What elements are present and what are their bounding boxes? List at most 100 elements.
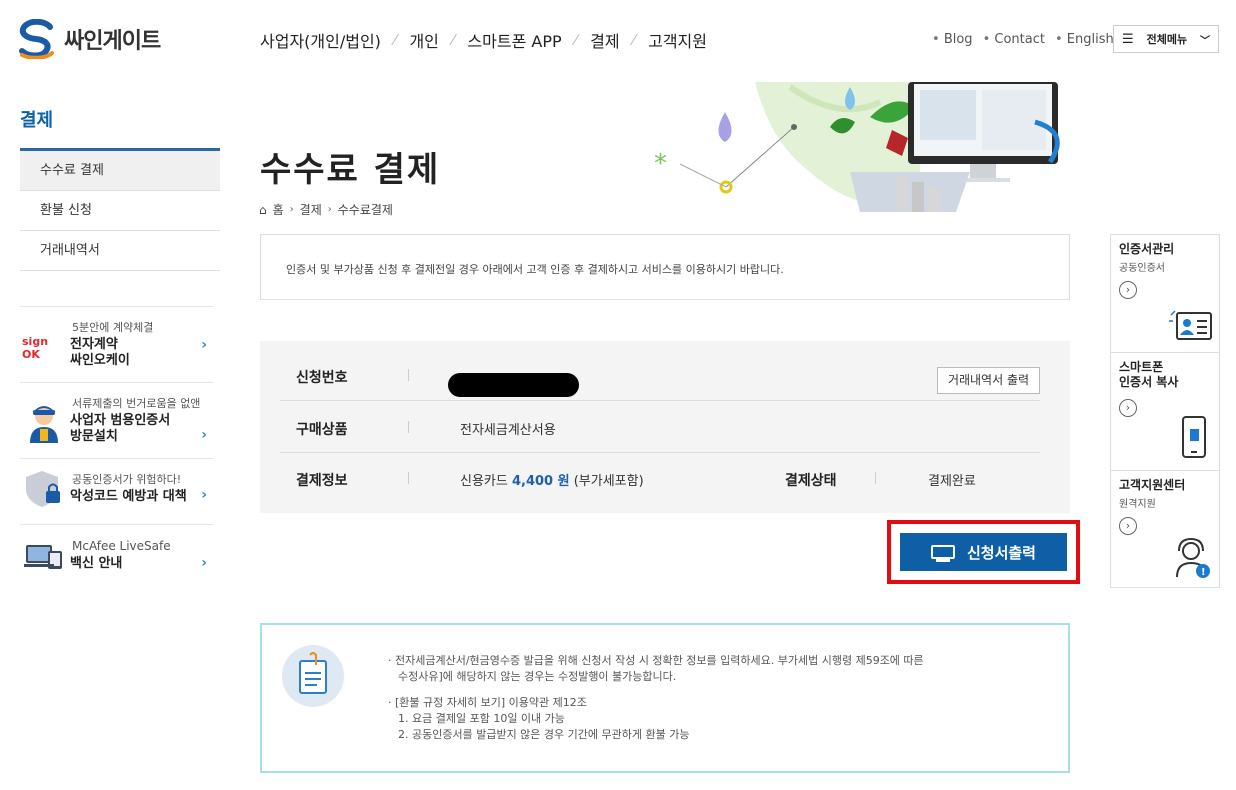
smartphone-icon (1182, 416, 1206, 458)
english-link[interactable]: English (1055, 32, 1114, 47)
payment-note: (부가세포함) (573, 474, 644, 489)
product-value: 전자세금계산서용 (460, 423, 556, 438)
contact-link[interactable]: Contact (983, 32, 1045, 47)
quick-title-line1: 스마트폰 (1119, 360, 1164, 374)
payment-status-value: 결제완료 (928, 474, 976, 489)
quick-sub: 공동인증서 (1119, 263, 1165, 274)
id-card-icon (1169, 310, 1212, 340)
redacted-application-number (448, 373, 579, 397)
nav-separator: ⁄ (451, 31, 455, 49)
utility-links: Blog Contact English (932, 32, 1114, 47)
quick-title: 인증서관리 (1119, 242, 1175, 256)
promo-main-line2: 싸인오케이 (70, 353, 130, 368)
logo-text: 싸인게이트 (64, 29, 161, 54)
guide-line: · 전자세금계산서/현금영수증 발급을 위해 신청서 작성 시 정확한 정보를 … (388, 654, 924, 667)
guide-line: 1. 요금 결제일 포함 10일 이내 가능 (398, 712, 565, 725)
quick-title-line2: 인증서 복사 (1119, 375, 1179, 389)
promo-sub: 서류제출의 번거로움을 없앤 (72, 397, 201, 410)
promo-malware[interactable]: 공동인증서가 위험하다! 악성코드 예방과 대책 › (20, 458, 213, 524)
sidebar-item-fee-payment[interactable]: 수수료 결제 (20, 151, 220, 191)
svg-text:*: * (654, 149, 667, 179)
promo-main: 전자계약 싸인오케이 (70, 337, 130, 369)
nav-separator: ⁄ (393, 31, 397, 49)
nav-support[interactable]: 고객지원 (648, 28, 707, 52)
svg-text:!: ! (1201, 567, 1206, 578)
shield-lock-icon (26, 471, 60, 507)
promo-sub: 공동인증서가 위험하다! (72, 473, 182, 486)
payment-status-label: 결제상태 (785, 473, 837, 489)
sidebar-menu: 수수료 결제 환불 신청 거래내역서 (20, 148, 220, 271)
divider (875, 472, 876, 484)
guide-line: 2. 공동인증서를 발급받지 않은 경우 기간에 무관하게 환불 가능 (398, 728, 690, 741)
promo-main-line1: 전자계약 (70, 337, 118, 352)
print-statement-button[interactable]: 거래내역서 출력 (937, 367, 1040, 394)
breadcrumb: ⌂ 홈 › 결제 › 수수료결제 (259, 201, 393, 218)
page-title: 수수료 결제 (260, 150, 441, 190)
blog-link[interactable]: Blog (932, 32, 973, 47)
promo-main: 악성코드 예방과 대책 (70, 489, 187, 504)
quick-title: 스마트폰 인증서 복사 (1119, 360, 1219, 390)
nav-payment[interactable]: 결제 (590, 28, 619, 52)
arrow-circle-icon[interactable]: › (1119, 399, 1137, 417)
nav-smartphone-app[interactable]: 스마트폰 APP (467, 28, 561, 52)
notice-box: 인증서 및 부가상품 신청 후 결제전일 경우 아래에서 고객 인증 후 결제하… (260, 234, 1070, 300)
promo-visit-install[interactable]: 서류제출의 번거로움을 없앤 사업자 범용인증서 방문설치 › (20, 382, 213, 458)
product-label: 구매상품 (296, 422, 348, 438)
breadcrumb-separator: › (327, 204, 332, 215)
technician-icon (30, 406, 58, 443)
promo-sub: McAfee LiveSafe (72, 539, 171, 553)
payment-info-label: 결제정보 (296, 473, 348, 489)
guide-text: · 전자세금계산서/현금영수증 발급을 위해 신청서 작성 시 정확한 정보를 … (388, 653, 924, 753)
arrow-circle-icon[interactable]: › (1119, 517, 1137, 535)
promo-signok[interactable]: sign OK 5분안에 계약체결 전자계약 싸인오케이 › (20, 306, 213, 382)
quick-cert-management[interactable]: 인증서관리 공동인증서 › (1111, 235, 1219, 353)
hamburger-icon: ☰ (1122, 31, 1134, 47)
guide-box: · 전자세금계산서/현금영수증 발급을 위해 신청서 작성 시 정확한 정보를 … (260, 623, 1070, 773)
hero-illustration: * (654, 82, 1060, 212)
breadcrumb-home[interactable]: 홈 (273, 201, 284, 218)
nav-separator: ⁄ (574, 31, 578, 49)
quick-customer-center[interactable]: 고객지원센터 원격지원 › ! (1111, 471, 1219, 589)
quick-smartphone-copy[interactable]: 스마트폰 인증서 복사 › (1111, 353, 1219, 471)
print-application-button[interactable]: 신청서출력 (900, 533, 1067, 571)
all-menu-button[interactable]: ☰ 전체메뉴 ﹀ (1113, 25, 1219, 53)
signgate-logo-icon (19, 19, 54, 59)
sidebar-title: 결제 (20, 110, 54, 131)
promo-sub: 5분안에 계약체결 (72, 321, 154, 334)
payment-info-value: 신용카드 4,400 원 (부가세포함) (460, 470, 644, 489)
nav-personal[interactable]: 개인 (409, 28, 438, 52)
payment-info-panel: 신청번호 거래내역서 출력 구매상품 전자세금계산서용 결제정보 신용카드 4,… (260, 341, 1070, 513)
promo-main: 백신 안내 (70, 556, 123, 571)
clipboard-icon-graphic (299, 652, 327, 694)
quick-menu: 인증서관리 공동인증서 › 스마트폰 인증서 복사 › 고객지원센터 원격지원 … (1110, 234, 1220, 588)
promo-mcafee[interactable]: McAfee LiveSafe 백신 안내 › (20, 524, 213, 590)
payment-method: 신용카드 (460, 474, 508, 489)
clipboard-icon (282, 645, 344, 707)
chevron-right-icon: › (201, 487, 207, 503)
arrow-circle-icon[interactable]: › (1119, 281, 1137, 299)
chevron-right-icon: › (201, 427, 207, 443)
payment-row: 결제정보 신용카드 4,400 원 (부가세포함) 결제상태 결제완료 (260, 452, 1070, 504)
home-icon: ⌂ (259, 202, 267, 217)
nav-separator: ⁄ (632, 31, 636, 49)
guide-block-refund: · [환불 규정 자세히 보기] 이용약관 제12조 1. 요금 결제일 포함 … (388, 695, 924, 743)
product-row: 구매상품 전자세금계산서용 (260, 401, 1070, 453)
chevron-right-icon: › (201, 555, 207, 571)
sidebar-item-statement[interactable]: 거래내역서 (20, 231, 220, 271)
guide-line: 수정사유]에 해당하지 않는 경우는 수정발행이 불가능합니다. (398, 670, 677, 683)
quick-title: 고객지원센터 (1119, 478, 1186, 492)
nav-business[interactable]: 사업자(개인/법인) (260, 28, 381, 52)
divider (408, 421, 409, 433)
breadcrumb-separator: › (289, 204, 294, 215)
payment-amount: 4,400 원 (511, 474, 570, 489)
application-number-row: 신청번호 거래내역서 출력 (260, 349, 1070, 401)
printer-icon (930, 545, 955, 562)
sidebar-item-refund[interactable]: 환불 신청 (20, 191, 220, 231)
chevron-down-icon: ﹀ (1199, 35, 1210, 47)
main-nav: 사업자(개인/법인) ⁄ 개인 ⁄ 스마트폰 APP ⁄ 결제 ⁄ 고객지원 (260, 28, 707, 52)
promo-main-line2: 방문설치 (70, 429, 118, 444)
breadcrumb-payment[interactable]: 결제 (300, 201, 322, 218)
promo-main-line1: 사업자 범용인증서 (70, 413, 171, 428)
refund-policy-link[interactable]: · [환불 규정 자세히 보기] 이용약관 제12조 (388, 695, 924, 711)
logo[interactable]: 싸인게이트 (18, 18, 188, 60)
